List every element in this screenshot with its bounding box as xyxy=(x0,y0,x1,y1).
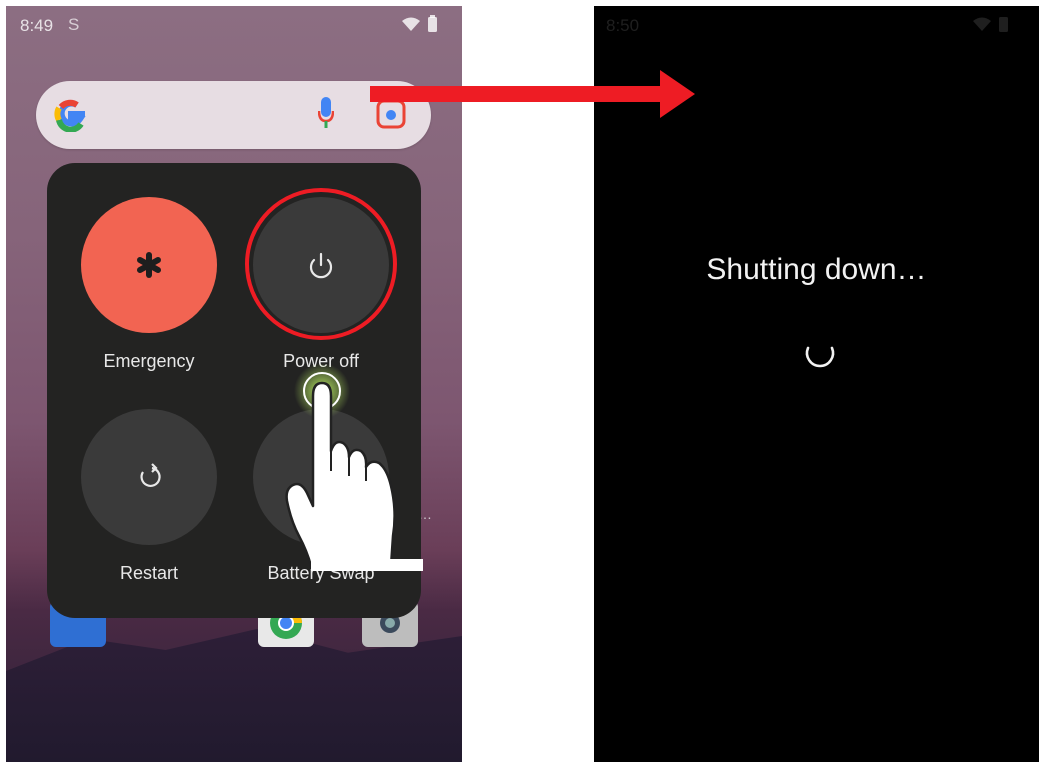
tap-hand-icon xyxy=(285,363,423,571)
highlight-ring xyxy=(245,188,397,340)
shutting-down-message: Shutting down… xyxy=(706,253,927,286)
wifi-battery-icons xyxy=(971,15,1011,37)
loading-spinner-icon xyxy=(805,346,835,368)
status-time: 8:49 xyxy=(20,16,54,35)
phone-screen-shutting-down: 8:50 Shutting down… xyxy=(594,6,1039,762)
restart-icon xyxy=(140,463,161,487)
notification-icon: S xyxy=(68,15,80,34)
status-bar: 8:49 S xyxy=(6,6,462,46)
emergency-label: Emergency xyxy=(103,351,195,371)
microphone-icon[interactable] xyxy=(318,97,334,129)
emergency-button[interactable] xyxy=(81,197,217,333)
google-logo-icon xyxy=(54,96,88,141)
power-menu-panel: Emergency Power off Restart Battery Swap xyxy=(47,163,423,618)
restart-label: Restart xyxy=(119,563,179,583)
wifi-battery-icons xyxy=(400,15,440,37)
status-time: 8:50 xyxy=(606,16,640,35)
phone-screen-power-menu: 8:49 S … Emergency Power off Restart Bat… xyxy=(6,6,462,762)
asterisk-icon xyxy=(137,252,161,278)
restart-button[interactable] xyxy=(81,409,217,545)
transition-arrow-icon xyxy=(370,70,695,118)
